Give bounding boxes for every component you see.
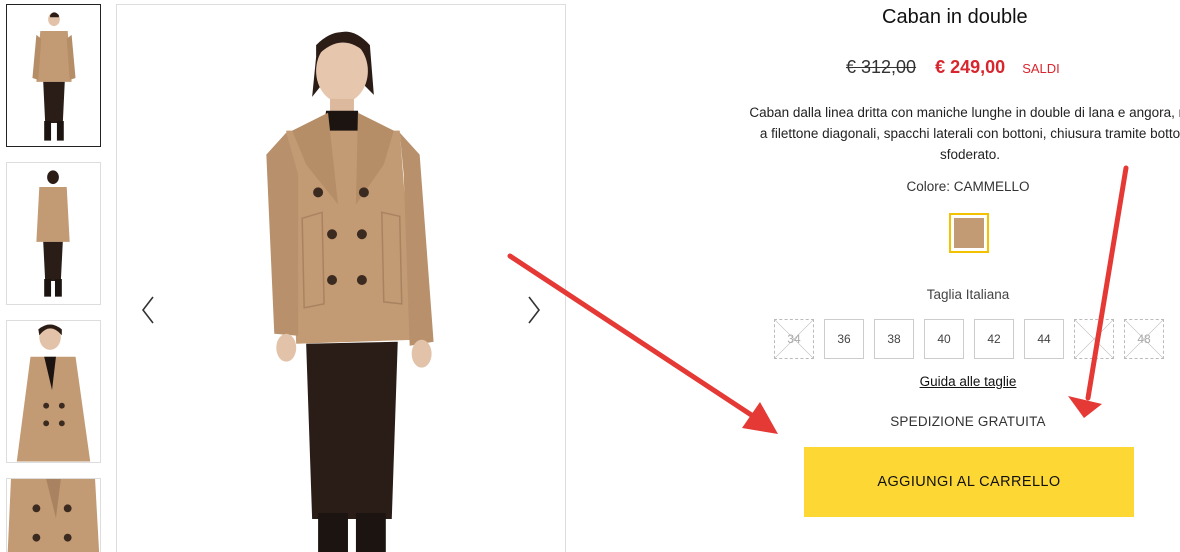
description-line: Caban dalla linea dritta con maniche lun…: [749, 105, 1180, 120]
size-guide-link[interactable]: Guida alle taglie: [870, 374, 1066, 389]
coat-model-photo: [266, 31, 434, 552]
thumbnail-front[interactable]: [6, 4, 101, 147]
color-swatch-cammello[interactable]: [949, 213, 989, 253]
description-line: sfoderato.: [939, 147, 1001, 162]
thumbnail-detail-image: [16, 324, 91, 462]
size-option-36[interactable]: 36: [824, 319, 864, 359]
sale-price: € 249,00: [935, 57, 1006, 77]
product-description: Caban dalla linea dritta con maniche lun…: [660, 102, 1180, 165]
thumbnail-closeup[interactable]: [6, 478, 101, 552]
annotation-arrow-right: [1068, 165, 1129, 418]
thumbnail-closeup-image: [7, 479, 100, 552]
size-option-46[interactable]: [1074, 319, 1114, 359]
price-row: € 312,00 € 249,00 SALDI: [846, 57, 1060, 78]
swatch-fill: [954, 218, 984, 248]
old-price: € 312,00: [846, 57, 917, 77]
thumbnail-front-image: [32, 12, 76, 141]
description-line: a filettone diagonali, spacchi laterali …: [759, 126, 1180, 141]
sale-badge: SALDI: [1022, 61, 1060, 76]
thumbnail-back[interactable]: [6, 162, 101, 305]
size-option-40[interactable]: 40: [924, 319, 964, 359]
size-option-38[interactable]: 38: [874, 319, 914, 359]
add-to-cart-button[interactable]: AGGIUNGI AL CARRELLO: [804, 447, 1134, 517]
product-title: Caban in double: [882, 6, 1028, 28]
color-label: Colore: CAMMELLO: [906, 179, 1030, 194]
size-option-42[interactable]: 42: [974, 319, 1014, 359]
thumbnail-detail[interactable]: [6, 320, 101, 463]
main-product-image: [116, 4, 566, 552]
product-page: Caban in double € 312,00 € 249,00 SALDI …: [0, 0, 1180, 552]
size-option-34[interactable]: 34: [774, 319, 814, 359]
thumbnail-back-image: [36, 170, 70, 297]
chevron-right-icon[interactable]: [523, 293, 545, 327]
size-option-44[interactable]: 44: [1024, 319, 1064, 359]
size-option-48[interactable]: 48: [1124, 319, 1164, 359]
size-label: Taglia Italiana: [926, 287, 1010, 302]
free-shipping-notice: SPEDIZIONE GRATUITA: [890, 414, 1046, 429]
chevron-left-icon[interactable]: [137, 293, 159, 327]
